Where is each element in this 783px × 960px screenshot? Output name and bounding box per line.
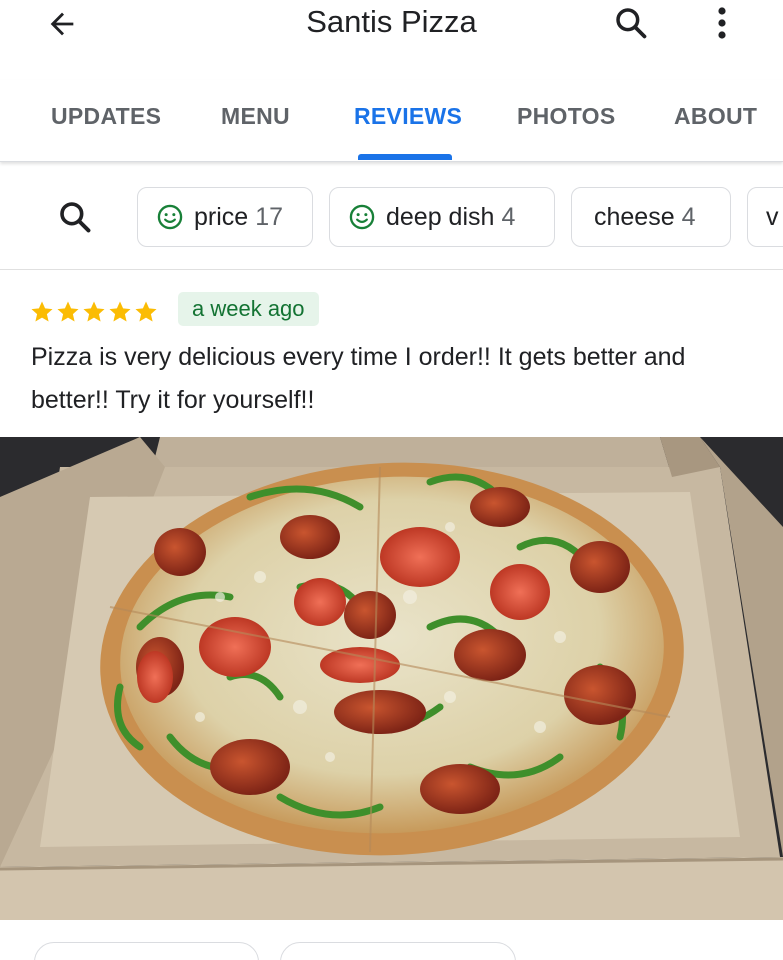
action-pill[interactable]	[34, 942, 259, 960]
chip-label: deep dish	[386, 202, 495, 231]
smile-icon	[348, 203, 376, 231]
tab-about[interactable]: ABOUT	[674, 103, 757, 130]
tab-photos[interactable]: PHOTOS	[517, 103, 616, 130]
chip-count: 17	[255, 202, 283, 231]
tab-bar: UPDATES MENU REVIEWS PHOTOS ABOUT	[0, 80, 783, 162]
star-icon	[57, 301, 79, 322]
app-bar: Santis Pizza	[0, 0, 783, 80]
pizza-photo	[0, 437, 783, 920]
more-vert-icon	[718, 7, 726, 39]
star-icon	[31, 301, 53, 322]
tab-menu[interactable]: MENU	[221, 103, 290, 130]
review-card: a week ago Pizza is very delicious every…	[0, 270, 783, 438]
search-icon	[60, 202, 91, 233]
search-button[interactable]	[606, 0, 656, 46]
action-pill[interactable]	[280, 942, 516, 960]
search-reviews-button[interactable]	[50, 192, 100, 242]
star-icon	[83, 301, 105, 322]
review-photo[interactable]	[0, 437, 783, 920]
filter-chip-price[interactable]: price 17	[137, 187, 313, 247]
page-title: Santis Pizza	[306, 4, 477, 39]
search-icon	[616, 8, 647, 39]
chip-label: price	[194, 202, 249, 231]
filter-chip-deep-dish[interactable]: deep dish 4	[329, 187, 555, 247]
filter-chip-cheese[interactable]: cheese 4	[571, 187, 731, 247]
review-text: Pizza is very delicious every time I ord…	[31, 343, 686, 414]
chip-label: v	[766, 202, 779, 231]
chip-count: 4	[681, 202, 696, 231]
active-tab-indicator	[358, 154, 452, 160]
smile-icon	[156, 203, 184, 231]
review-filter-bar: price 17 deep dish 4 cheese 4 v	[0, 162, 783, 270]
filter-chip-partial[interactable]: v	[747, 187, 783, 247]
tab-reviews[interactable]: REVIEWS	[354, 103, 462, 130]
star-icon	[135, 301, 157, 322]
review-time-badge: a week ago	[178, 292, 319, 326]
more-options-button[interactable]	[700, 0, 744, 46]
chip-count: 4	[501, 202, 516, 231]
bottom-action-row	[0, 920, 783, 960]
tab-updates[interactable]: UPDATES	[51, 103, 161, 130]
star-rating	[30, 300, 158, 324]
star-icon	[109, 301, 131, 322]
chip-label: cheese	[594, 202, 675, 231]
